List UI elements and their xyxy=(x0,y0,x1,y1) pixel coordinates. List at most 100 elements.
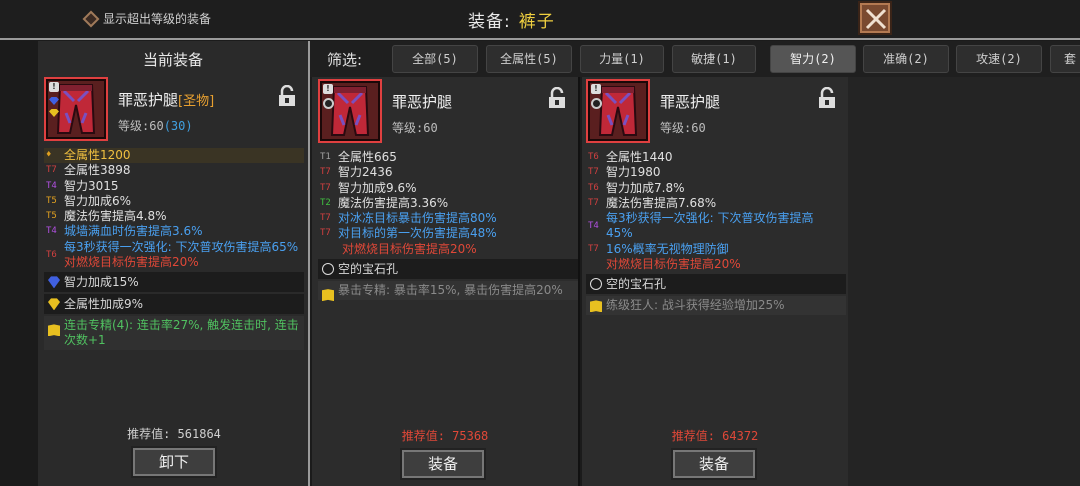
item-level-bonus: (30) xyxy=(163,119,193,133)
equip-button[interactable]: 装备 xyxy=(671,448,757,480)
tier-badge: T7 xyxy=(46,165,57,176)
socket-text: 空的宝石孔 xyxy=(338,262,399,277)
stat-text: 全属性665 xyxy=(338,150,397,164)
stat-text: 每3秒获得一次强化: 下次普攻伤害提高65% xyxy=(64,239,299,254)
tier-badge: T7 xyxy=(588,197,599,208)
equip-button[interactable]: 装备 xyxy=(400,448,486,480)
stat-line: T6 每3秒获得一次强化: 下次普攻伤害提高65% xyxy=(44,239,304,260)
tier-badge: T5 xyxy=(46,195,57,206)
stat-line: T7 对目标的第一次伤害提高48% xyxy=(318,226,578,241)
show-over-level-toggle[interactable]: 显示超出等级的装备 xyxy=(82,10,212,27)
current-item-card: ! 罪恶护腿[圣物] 等级:60(30) ♦ 全属性1200 T7 全属性3898 … xyxy=(38,75,310,486)
tier-badge: T7 xyxy=(320,167,331,178)
filter-bar: 筛选: 全部(5) 全属性(5) 力量(1) 敏捷(1) 智力(2) 准确(2)… xyxy=(310,41,1080,77)
stat-line: T2 魔法伤害提高3.36% xyxy=(318,196,578,211)
item-level: 等级:60(30) xyxy=(118,117,193,134)
stat-text: 智力2436 xyxy=(338,165,393,180)
stat-line: 对燃烧目标伤害提高20% xyxy=(44,255,304,270)
tab-accuracy[interactable]: 准确(2) xyxy=(863,45,949,73)
gem-text: 智力加成15% xyxy=(64,275,139,290)
yellow-gem-icon xyxy=(48,298,60,311)
book-icon xyxy=(590,300,602,313)
stat-line: T4 智力3015 xyxy=(44,179,304,194)
tab-set[interactable]: 套 xyxy=(1050,45,1080,73)
empty-socket-icon xyxy=(322,263,334,276)
item-portrait[interactable]: ! xyxy=(44,77,108,141)
unlock-icon[interactable] xyxy=(818,87,836,109)
filter-label: 筛选: xyxy=(327,51,363,69)
gem-socket[interactable]: 空的宝石孔 xyxy=(586,274,846,295)
title-label: 装备: xyxy=(468,12,511,32)
item-level: 等级:60 xyxy=(392,121,438,135)
skill-note: 连击专精(4): 连击率27%, 触发连击时, 连击次数+1 xyxy=(44,316,304,351)
panel-title: 当前装备 xyxy=(142,51,203,69)
stat-text: 智力加成6% xyxy=(64,193,132,208)
close-icon[interactable] xyxy=(864,7,888,31)
candidate-stats: T6 全属性1440 T7 智力1980 T6 智力加成7.8% T7 魔法伤害提高7.… xyxy=(586,150,846,316)
tab-all-attributes[interactable]: 全属性(5) xyxy=(486,45,572,73)
item-level-text: 等级:60 xyxy=(118,119,164,133)
tier-badge: T7 xyxy=(588,167,599,178)
tier-badge: ♦ xyxy=(46,150,52,160)
stat-line: 对燃烧目标伤害提高20% xyxy=(586,257,846,272)
gem-text: 全属性加成9% xyxy=(64,297,144,312)
pants-icon xyxy=(598,86,638,136)
tier-badge: T4 xyxy=(588,221,599,232)
score: 推荐值: 561864 xyxy=(127,427,221,441)
stat-text: 对燃烧目标伤害提高20% xyxy=(342,241,477,256)
score: 推荐值: 75368 xyxy=(401,429,489,443)
item-level: 等级:60 xyxy=(660,121,706,135)
skill-note: 练级狂人: 战斗获得经验增加25% xyxy=(586,296,846,316)
stat-line: T7 智力2436 xyxy=(318,165,578,180)
lock-mark-icon: ! xyxy=(323,84,333,94)
stat-text: 智力3015 xyxy=(64,178,119,193)
item-name: 罪恶护腿 xyxy=(660,93,721,111)
gem-slot[interactable]: 全属性加成9% xyxy=(44,294,304,315)
stat-line: 对燃烧目标伤害提高20% xyxy=(318,242,578,257)
book-icon xyxy=(48,324,60,337)
tab-attack-speed[interactable]: 攻速(2) xyxy=(956,45,1042,73)
item-portrait[interactable]: ! xyxy=(586,79,650,143)
gem-socket[interactable]: 空的宝石孔 xyxy=(318,259,578,280)
tier-badge: T7 xyxy=(320,182,331,193)
unlock-icon[interactable] xyxy=(548,87,566,109)
candidate-item-card: ! 罪恶护腿 等级:60 T6 全属性1440 T7 智力1980 T6 智力加成7.… xyxy=(582,77,848,486)
stat-line: T4 每3秒获得一次强化: 下次普攻伤害提高45% xyxy=(586,211,846,242)
tier-badge: T4 xyxy=(46,180,57,191)
empty-slot-area xyxy=(848,77,1080,486)
show-over-level-label: 显示超出等级的装备 xyxy=(103,12,212,26)
stat-text: 全属性1200 xyxy=(64,148,131,162)
stat-text: 对冰冻目标暴击伤害提高80% xyxy=(338,211,497,226)
stat-line: T1 全属性665 xyxy=(318,150,578,165)
diamond-checkbox-icon[interactable] xyxy=(82,10,100,27)
socket-text: 空的宝石孔 xyxy=(606,277,667,292)
tab-all[interactable]: 全部(5) xyxy=(392,45,478,73)
gem-slot[interactable]: 智力加成15% xyxy=(44,272,304,293)
tier-badge: T4 xyxy=(46,226,57,237)
tier-badge: T5 xyxy=(46,211,57,222)
lock-mark-icon: ! xyxy=(49,82,59,92)
stat-text: 智力加成9.6% xyxy=(338,180,417,195)
tab-strength[interactable]: 力量(1) xyxy=(580,45,664,73)
current-equipment-panel: 当前装备 ! 罪恶护腿[圣物] 等级:60(30) ♦ 全属性1200 T7 全属性… xyxy=(38,41,310,486)
close-button[interactable] xyxy=(858,1,892,35)
stat-line: T7 16%概率无视物理防御 xyxy=(586,242,846,257)
stat-line: T7 智力1980 xyxy=(586,165,846,180)
unlock-icon[interactable] xyxy=(278,85,296,107)
stat-text: 对燃烧目标伤害提高20% xyxy=(64,255,199,270)
empty-socket-icon xyxy=(591,98,602,109)
stat-line: T7 全属性3898 xyxy=(44,163,304,178)
stat-text: 全属性1440 xyxy=(606,150,673,164)
pants-icon xyxy=(56,84,96,134)
stat-line: T6 全属性1440 xyxy=(586,150,846,165)
item-portrait[interactable]: ! xyxy=(318,79,382,143)
unequip-button[interactable]: 卸下 xyxy=(131,446,217,478)
top-bar: 显示超出等级的装备 装备: 裤子 xyxy=(0,0,1080,40)
current-stats: ♦ 全属性1200 T7 全属性3898 T4 智力3015 T5 智力加成6% T5 魔… xyxy=(44,148,304,351)
tab-agility[interactable]: 敏捷(1) xyxy=(672,45,756,73)
stat-text: 16%概率无视物理防御 xyxy=(606,241,729,256)
candidate-stats: T1 全属性665 T7 智力2436 T7 智力加成9.6% T2 魔法伤害提高3.3… xyxy=(318,150,578,302)
title-item: 裤子 xyxy=(518,12,555,32)
tab-intelligence[interactable]: 智力(2) xyxy=(770,45,856,73)
stat-line: ♦ 全属性1200 xyxy=(44,148,304,164)
